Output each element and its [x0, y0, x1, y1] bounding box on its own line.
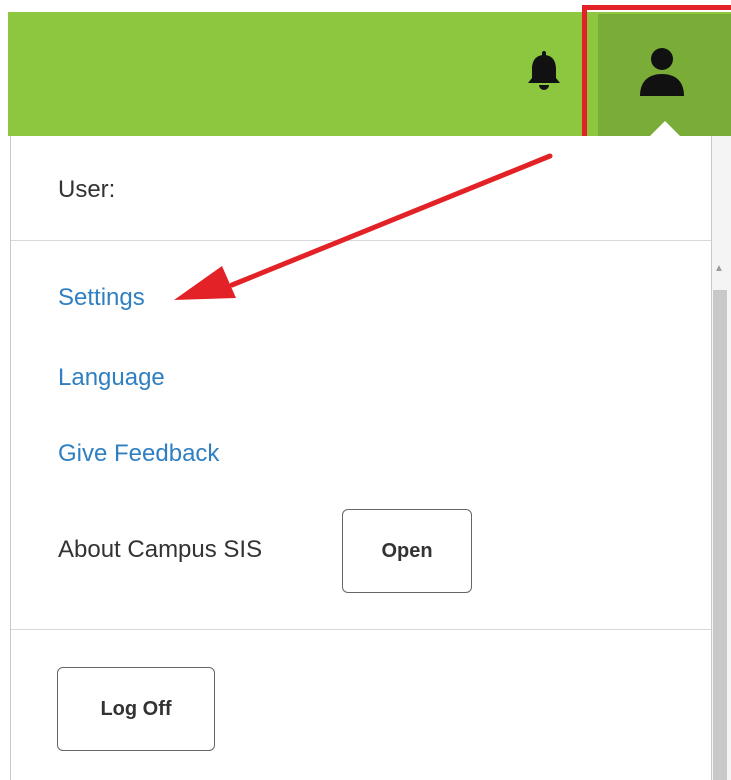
person-icon — [640, 48, 684, 96]
divider — [11, 629, 711, 630]
give-feedback-link[interactable]: Give Feedback — [58, 440, 219, 468]
log-off-button[interactable]: Log Off — [57, 667, 215, 751]
divider — [11, 240, 711, 241]
user-menu-button[interactable] — [598, 14, 731, 136]
about-label: About Campus SIS — [58, 536, 263, 563]
notifications-button[interactable] — [512, 40, 576, 104]
open-button[interactable]: Open — [342, 509, 472, 593]
menu-caret — [650, 121, 680, 136]
user-dropdown-menu: User: Settings Language Give Feedback Ab… — [10, 136, 712, 780]
scroll-up-arrow[interactable]: ▲ — [714, 263, 724, 274]
settings-link[interactable]: Settings — [58, 284, 145, 312]
bell-icon — [528, 51, 560, 90]
user-label: User: — [58, 176, 116, 203]
language-link[interactable]: Language — [58, 364, 165, 392]
page-scrollbar-thumb[interactable] — [713, 290, 727, 780]
